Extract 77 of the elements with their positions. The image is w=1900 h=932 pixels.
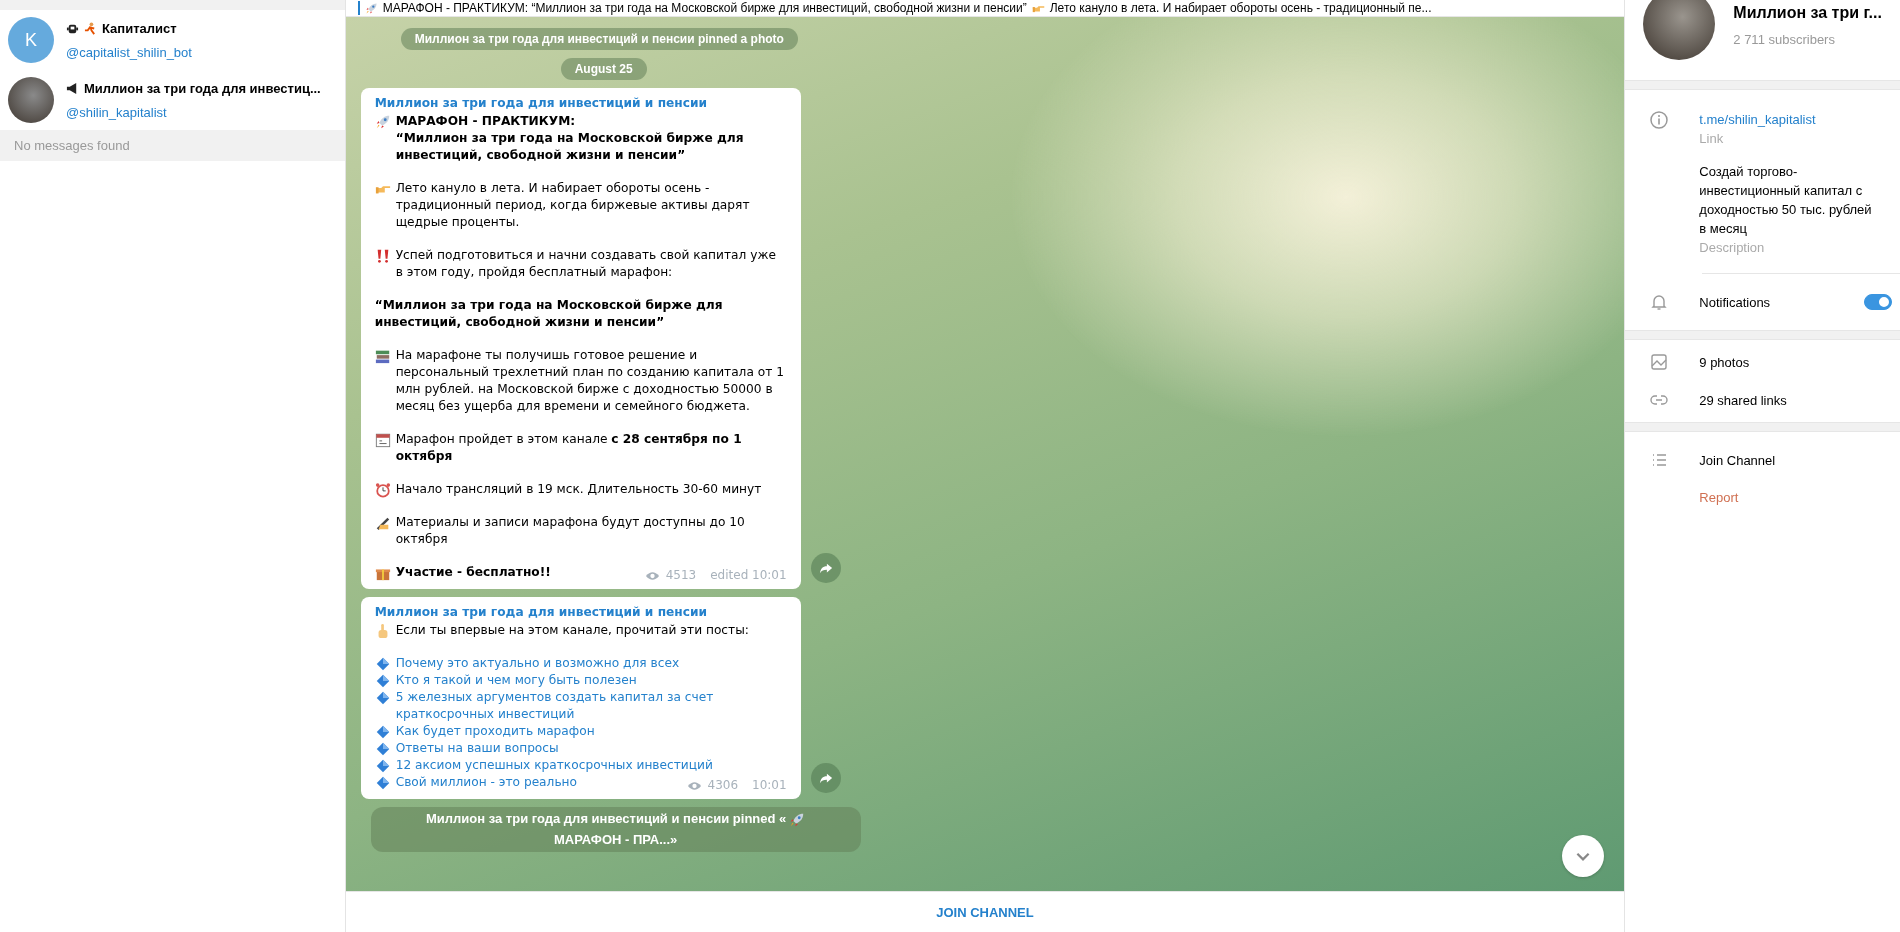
photo-placeholder [8, 77, 54, 123]
search-status: No messages found [0, 130, 345, 161]
eye-icon [686, 780, 702, 791]
avatar: K [8, 17, 54, 63]
info-icon [1649, 110, 1670, 130]
report-button[interactable]: Report [1695, 486, 1743, 509]
date-badge: August 25 [560, 58, 647, 80]
diamond-icon [374, 758, 391, 774]
pinned-text: Лето кануло в лета. И набирает обороты осень - традиционный пе... [1049, 1, 1432, 15]
subscriber-count: 2 711 subscribers [1733, 32, 1836, 47]
message-text: Участие - бесплатно!! [395, 564, 551, 581]
search-result[interactable]: K Капиталист @capitalist_shilin_bot [0, 10, 345, 70]
channel-description: Создай торгово-инвестиционный капитал с доходностью 50 тыс. рублей в месяц [1699, 163, 1873, 238]
message-time: edited 10:01 [710, 567, 787, 584]
message-text: Марафон пройдет в этом канале с 28 сентября по 1 октября [395, 431, 743, 465]
chat-title: Миллион за три года для инвестиц... [84, 80, 321, 96]
search-result[interactable]: Миллион за три года для инвестиц... @shilin_kapitalist [0, 70, 345, 130]
writing-hand-icon [374, 515, 391, 531]
notifications-toggle[interactable] [1864, 294, 1892, 310]
notifications-label: Notifications [1699, 294, 1772, 310]
service-text: Миллион за три года для инвестиций и пенсии pinned « [426, 810, 787, 828]
media-item[interactable]: 9 photos [1625, 350, 1900, 374]
media-item[interactable]: 29 shared links [1625, 388, 1900, 412]
post-link[interactable]: Свой миллион - это реально [395, 774, 577, 791]
post-link[interactable]: Почему это актуально и возможно для всех [395, 655, 680, 672]
channel-title: Миллион за три г... [1733, 4, 1882, 22]
message-text: Успей подготовиться и начни создавать свой капитал уже в этом году, пройдя бесплатный марафон: [395, 247, 777, 281]
image-icon [1649, 352, 1670, 372]
message-text: Лето кануло в лета. И набирает обороты осень - традиционный период, когда биржевые активы дарят щедрые проценты. [395, 180, 751, 231]
post-link[interactable]: 5 железных аргументов создать капитал за счет краткосрочных инвестиций [395, 689, 787, 723]
username: @capitalist_shilin_bot [66, 44, 192, 60]
rocket-icon [789, 811, 806, 828]
diamond-icon [374, 673, 391, 689]
view-count: 4306 [707, 777, 739, 794]
chat-title: Капиталист [102, 20, 177, 36]
diamond-icon [374, 724, 391, 740]
post-link[interactable]: 12 аксиом успешных краткосрочных инвестиций [395, 757, 713, 774]
pinned-message-bar[interactable]: МАРАФОН - ПРАКТИКУМ: “Миллион за три года на Московской бирже для инвестиций, свободной жизни и пенсии” Лето кануло в лета. И набирает обороты осень - традиционный пе... [345, 0, 1625, 17]
diamond-icon [374, 656, 391, 672]
message-text: Материалы и записи марафона будут доступны до 10 октября [395, 514, 746, 548]
post-link[interactable]: Ответы на ваши вопросы [395, 740, 559, 757]
join-channel-button[interactable]: JOIN CHANNEL [924, 898, 1046, 926]
view-count: 4513 [665, 567, 697, 584]
post-link[interactable]: Кто я такой и чем могу быть полезен [395, 672, 637, 689]
forward-button[interactable] [810, 553, 841, 583]
diamond-icon [374, 741, 391, 757]
service-message: Миллион за три года для инвестиций и пенсии pinned a photo [400, 28, 798, 50]
author-name[interactable]: Миллион за три года для инвестиций и пенсии [374, 604, 708, 621]
message-text: Начало трансляций в 19 мск. Длительность 30-60 минут [395, 481, 762, 498]
field-label: Link [1699, 130, 1725, 148]
message-text: МАРАФОН - ПРАКТИКУМ: “Миллион за три года на Московской бирже для инвестиций, свободной жизни и пенсии” [395, 113, 745, 164]
message-text: “Миллион за три года на Московской бирже для инвестиций, свободной жизни и пенсии” [374, 297, 724, 331]
eye-icon [644, 570, 660, 581]
alarm-clock-icon [374, 482, 391, 498]
megaphone-icon [66, 81, 79, 95]
runner-icon [84, 21, 97, 35]
author-name[interactable]: Миллион за три года для инвестиций и пенсии [374, 95, 708, 112]
message-text: На марафоне ты получишь готовое решение и персональный трехлетний план по созданию капитала от 1 млн рублей. на Московской бирже с доходностью 50000 в месяц без ущерба для времени и семейного бюджета. [395, 347, 785, 415]
service-text: МАРАФОН - ПРА...» [554, 831, 678, 849]
post-link[interactable]: Как будет проходить марафон [395, 723, 595, 740]
join-channel-item[interactable]: Join Channel [1625, 448, 1900, 472]
diamond-icon [374, 775, 391, 791]
diamond-icon [374, 690, 391, 706]
rocket-icon [374, 114, 391, 130]
books-icon [374, 348, 391, 364]
field-label: Description [1699, 239, 1766, 257]
username: @shilin_kapitalist [66, 104, 168, 120]
message-time: 10:01 [752, 777, 787, 794]
forward-icon [818, 561, 833, 575]
scroll-down-button[interactable] [1562, 835, 1605, 877]
rocket-icon [364, 2, 378, 15]
message-text: Если ты впервые на этом канале, прочитай эти посты: [395, 622, 749, 639]
forward-icon [818, 771, 833, 785]
forward-button[interactable] [810, 763, 841, 793]
pinned-text: МАРАФОН - ПРАКТИКУМ: “Миллион за три года на Московской бирже для инвестиций, свободной жизни и пенсии” [382, 1, 1027, 15]
calendar-icon [374, 432, 391, 448]
channel-link[interactable]: t.me/shilin_kapitalist [1699, 110, 1880, 129]
